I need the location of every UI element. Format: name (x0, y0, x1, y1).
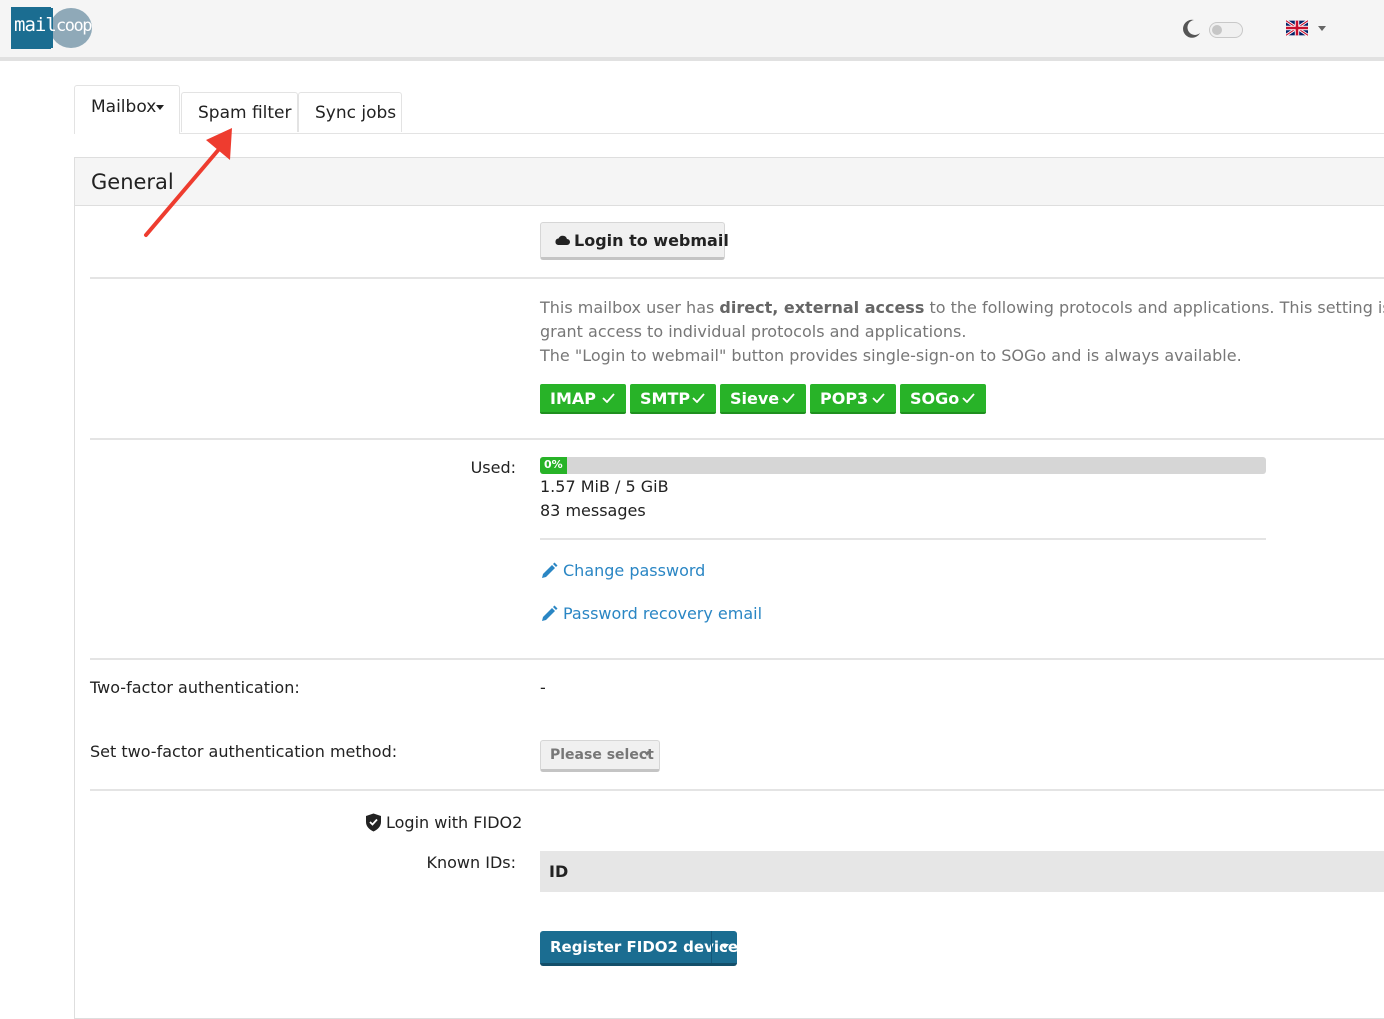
tab-mailbox-label: Mailbox (91, 97, 157, 117)
select-placeholder: Please select (550, 747, 654, 763)
chevron-down-icon (156, 105, 164, 110)
known-ids-table-header: ID (540, 851, 1384, 892)
register-fido2-button-group: Register FIDO2 device (540, 931, 738, 966)
dark-mode-toggle[interactable] (1209, 22, 1243, 38)
used-label: Used: (470, 458, 516, 477)
mailcoop-logo[interactable]: mail coop (11, 7, 93, 49)
divider (90, 438, 1384, 440)
quota-progress-fill: 0% (540, 457, 567, 474)
tab-spam-filter-label: Spam filter (198, 103, 292, 123)
protocol-label: SMTP (640, 389, 691, 408)
tab-sync-jobs-label: Sync jobs (315, 103, 397, 123)
register-fido2-dropdown-toggle[interactable] (711, 931, 738, 963)
language-dropdown[interactable] (1286, 18, 1334, 38)
access-description-line1: This mailbox user has direct, external a… (540, 298, 1384, 317)
access-text-a: This mailbox user has (540, 298, 720, 317)
register-fido2-label: Register FIDO2 device (550, 938, 739, 956)
protocol-badge-smtp: SMTP (630, 384, 716, 414)
cloud-icon (555, 235, 570, 245)
toggle-knob (1212, 25, 1222, 35)
chevron-down-icon (1318, 26, 1326, 31)
login-webmail-label: Login to webmail (574, 231, 729, 250)
check-icon (962, 393, 975, 403)
id-column-header: ID (549, 862, 569, 881)
protocol-label: Sieve (730, 389, 780, 408)
quota-size-text: 1.57 MiB / 5 GiB (540, 477, 669, 496)
panel-header: General (75, 158, 1384, 206)
access-text-bold: direct, external access (719, 298, 925, 317)
fido2-login-label: Login with FIDO2 (386, 813, 523, 832)
chevron-down-icon (644, 752, 650, 756)
access-text-b: to the following protocols and applicati… (929, 298, 1384, 317)
quota-percent-label: 0% (544, 458, 563, 471)
divider (90, 658, 1384, 660)
protocol-label: IMAP (550, 389, 596, 408)
known-ids-label: Known IDs: (426, 853, 517, 872)
divider (90, 277, 1384, 279)
divider (90, 789, 1384, 791)
protocol-badge-imap: IMAP (540, 384, 626, 414)
moon-icon (1183, 19, 1200, 38)
check-icon (872, 393, 885, 403)
divider (540, 538, 1266, 540)
mailbox-tabs: Mailbox Spam filter Sync jobs (74, 85, 1384, 134)
pencil-icon (542, 562, 558, 578)
change-password-label: Change password (563, 561, 706, 580)
pencil-icon (542, 605, 558, 621)
annotation-arrow-icon (144, 128, 232, 237)
protocol-badge-sieve: Sieve (720, 384, 806, 414)
register-fido2-button[interactable]: Register FIDO2 device (540, 931, 738, 963)
access-description-line2: grant access to individual protocols and… (540, 322, 967, 341)
two-factor-method-select[interactable]: Please select (540, 740, 660, 772)
uk-flag-icon (1286, 20, 1308, 36)
message-count-text: 83 messages (540, 501, 646, 520)
logo-text-coop: coop (56, 16, 92, 36)
protocol-badge-pop3: POP3 (810, 384, 896, 414)
access-description-line3: The "Login to webmail" button provides s… (540, 346, 1242, 365)
two-factor-method-label: Set two-factor authentication method: (90, 742, 398, 761)
logo-text-mail: mail (14, 14, 57, 36)
password-recovery-email-label: Password recovery email (563, 604, 763, 623)
tab-sync-jobs[interactable]: Sync jobs (298, 92, 402, 132)
top-navbar: mail coop (0, 0, 1384, 61)
two-factor-label: Two-factor authentication: (90, 678, 300, 697)
protocol-label: SOGo (910, 389, 960, 408)
check-icon (782, 393, 795, 403)
protocol-label: POP3 (820, 389, 869, 408)
shield-icon (366, 813, 381, 832)
check-icon (602, 393, 615, 403)
chevron-down-icon (721, 944, 729, 949)
login-webmail-button[interactable]: Login to webmail (540, 222, 729, 260)
protocol-badge-sogo: SOGo (900, 384, 986, 414)
two-factor-value: - (540, 678, 546, 697)
quota-progress-bar: 0% (540, 457, 1266, 474)
check-icon (692, 393, 705, 403)
